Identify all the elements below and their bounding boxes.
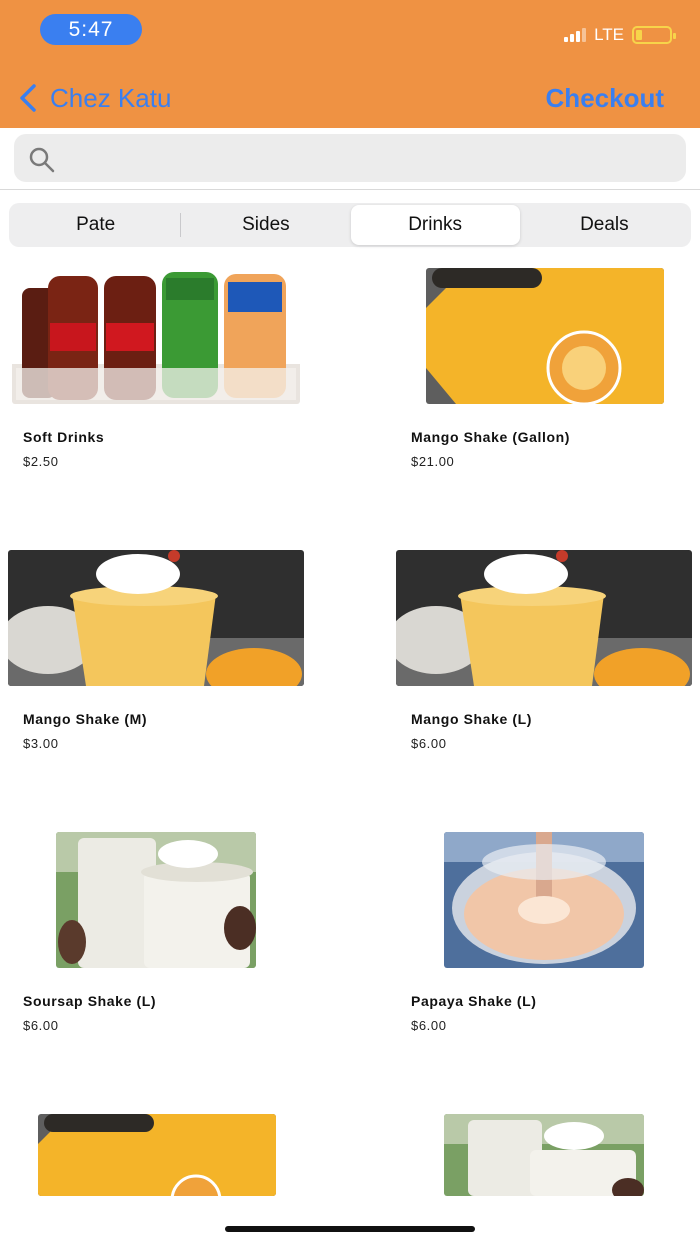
tab-sides[interactable]: Sides <box>181 205 350 245</box>
battery-icon <box>632 26 676 44</box>
product-card[interactable] <box>388 1114 700 1198</box>
product-price: $6.00 <box>411 1018 447 1033</box>
search-input[interactable] <box>70 140 670 176</box>
product-name: Soursap Shake (L) <box>23 993 157 1009</box>
product-card[interactable]: Mango Shake (L) $6.00 <box>388 550 700 770</box>
network-label: LTE <box>594 25 624 44</box>
status-indicators: LTE <box>564 22 676 48</box>
product-price: $21.00 <box>411 454 455 469</box>
product-name: Mango Shake (L) <box>411 711 533 727</box>
tab-deals[interactable]: Deals <box>520 205 689 245</box>
checkout-button[interactable]: Checkout <box>546 80 664 116</box>
tab-drinks[interactable]: Drinks <box>350 205 520 245</box>
product-price: $6.00 <box>411 736 447 751</box>
back-label: Chez Katu <box>50 82 172 113</box>
product-card[interactable]: Mango Shake (M) $3.00 <box>0 550 330 770</box>
product-image <box>444 832 644 968</box>
product-card[interactable]: Soft Drinks $2.50 <box>0 268 330 488</box>
product-name: Papaya Shake (L) <box>411 993 537 1009</box>
app-header: 5:47 LTE Chez Katu Checkout <box>0 0 700 128</box>
chevron-left-icon <box>20 84 36 112</box>
category-tabs: Pate Sides Drinks Deals <box>9 203 691 247</box>
product-card[interactable]: Papaya Shake (L) $6.00 <box>388 832 700 1052</box>
product-card[interactable]: Soursap Shake (L) $6.00 <box>0 832 330 1052</box>
product-price: $3.00 <box>23 736 59 751</box>
product-card[interactable]: Mango Shake (Gallon) $21.00 <box>388 268 700 488</box>
product-name: Mango Shake (M) <box>23 711 148 727</box>
home-indicator[interactable] <box>225 1226 475 1232</box>
search-icon <box>29 147 55 173</box>
product-image <box>426 268 664 404</box>
product-image <box>56 832 256 968</box>
tab-pate[interactable]: Pate <box>11 205 180 245</box>
product-card[interactable] <box>0 1114 330 1198</box>
product-name: Soft Drinks <box>23 429 105 445</box>
product-price: $6.00 <box>23 1018 59 1033</box>
product-image <box>396 550 692 686</box>
signal-icon <box>564 28 587 42</box>
product-price: $2.50 <box>23 454 59 469</box>
search-bar <box>0 128 700 190</box>
search-field[interactable] <box>14 134 686 182</box>
back-button[interactable]: Chez Katu <box>18 80 171 116</box>
product-name: Mango Shake (Gallon) <box>411 429 571 445</box>
product-image <box>12 268 300 404</box>
product-image <box>8 550 304 686</box>
product-image <box>444 1114 644 1196</box>
status-time: 5:47 <box>40 14 142 45</box>
product-image <box>38 1114 276 1196</box>
